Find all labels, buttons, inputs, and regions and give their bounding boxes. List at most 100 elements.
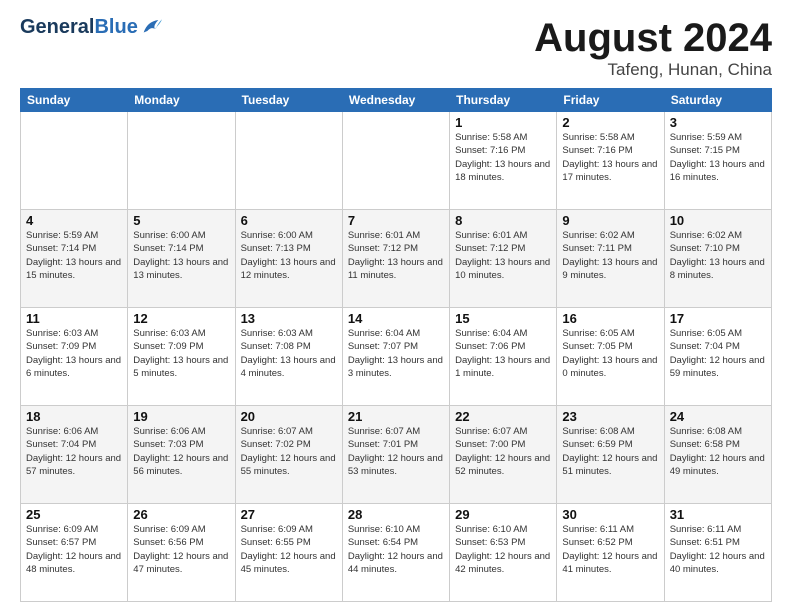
table-row: 6Sunrise: 6:00 AM Sunset: 7:13 PM Daylig… bbox=[235, 210, 342, 308]
day-info: Sunrise: 6:10 AM Sunset: 6:54 PM Dayligh… bbox=[348, 523, 444, 576]
table-row: 9Sunrise: 6:02 AM Sunset: 7:11 PM Daylig… bbox=[557, 210, 664, 308]
day-number: 20 bbox=[241, 409, 337, 424]
day-number: 29 bbox=[455, 507, 551, 522]
day-info: Sunrise: 5:58 AM Sunset: 7:16 PM Dayligh… bbox=[562, 131, 658, 184]
day-number: 24 bbox=[670, 409, 766, 424]
table-row: 20Sunrise: 6:07 AM Sunset: 7:02 PM Dayli… bbox=[235, 406, 342, 504]
table-row: 29Sunrise: 6:10 AM Sunset: 6:53 PM Dayli… bbox=[450, 504, 557, 602]
table-row: 31Sunrise: 6:11 AM Sunset: 6:51 PM Dayli… bbox=[664, 504, 771, 602]
col-tuesday: Tuesday bbox=[235, 89, 342, 112]
table-row bbox=[128, 112, 235, 210]
title-month: August 2024 bbox=[534, 16, 772, 60]
table-row: 10Sunrise: 6:02 AM Sunset: 7:10 PM Dayli… bbox=[664, 210, 771, 308]
calendar-row: 25Sunrise: 6:09 AM Sunset: 6:57 PM Dayli… bbox=[21, 504, 772, 602]
table-row: 8Sunrise: 6:01 AM Sunset: 7:12 PM Daylig… bbox=[450, 210, 557, 308]
table-row: 1Sunrise: 5:58 AM Sunset: 7:16 PM Daylig… bbox=[450, 112, 557, 210]
calendar-header-row: Sunday Monday Tuesday Wednesday Thursday… bbox=[21, 89, 772, 112]
day-number: 10 bbox=[670, 213, 766, 228]
day-info: Sunrise: 5:59 AM Sunset: 7:15 PM Dayligh… bbox=[670, 131, 766, 184]
calendar-row: 18Sunrise: 6:06 AM Sunset: 7:04 PM Dayli… bbox=[21, 406, 772, 504]
day-info: Sunrise: 6:08 AM Sunset: 6:59 PM Dayligh… bbox=[562, 425, 658, 478]
day-info: Sunrise: 6:01 AM Sunset: 7:12 PM Dayligh… bbox=[348, 229, 444, 282]
day-number: 9 bbox=[562, 213, 658, 228]
table-row bbox=[235, 112, 342, 210]
day-info: Sunrise: 6:04 AM Sunset: 7:06 PM Dayligh… bbox=[455, 327, 551, 380]
calendar-table: Sunday Monday Tuesday Wednesday Thursday… bbox=[20, 88, 772, 602]
day-info: Sunrise: 6:07 AM Sunset: 7:02 PM Dayligh… bbox=[241, 425, 337, 478]
col-friday: Friday bbox=[557, 89, 664, 112]
table-row: 16Sunrise: 6:05 AM Sunset: 7:05 PM Dayli… bbox=[557, 308, 664, 406]
day-info: Sunrise: 6:07 AM Sunset: 7:01 PM Dayligh… bbox=[348, 425, 444, 478]
table-row: 15Sunrise: 6:04 AM Sunset: 7:06 PM Dayli… bbox=[450, 308, 557, 406]
day-info: Sunrise: 6:05 AM Sunset: 7:05 PM Dayligh… bbox=[562, 327, 658, 380]
day-info: Sunrise: 6:02 AM Sunset: 7:10 PM Dayligh… bbox=[670, 229, 766, 282]
day-info: Sunrise: 6:11 AM Sunset: 6:52 PM Dayligh… bbox=[562, 523, 658, 576]
day-info: Sunrise: 6:03 AM Sunset: 7:08 PM Dayligh… bbox=[241, 327, 337, 380]
day-info: Sunrise: 6:08 AM Sunset: 6:58 PM Dayligh… bbox=[670, 425, 766, 478]
table-row: 26Sunrise: 6:09 AM Sunset: 6:56 PM Dayli… bbox=[128, 504, 235, 602]
day-number: 23 bbox=[562, 409, 658, 424]
day-info: Sunrise: 6:07 AM Sunset: 7:00 PM Dayligh… bbox=[455, 425, 551, 478]
day-number: 8 bbox=[455, 213, 551, 228]
table-row: 2Sunrise: 5:58 AM Sunset: 7:16 PM Daylig… bbox=[557, 112, 664, 210]
table-row: 17Sunrise: 6:05 AM Sunset: 7:04 PM Dayli… bbox=[664, 308, 771, 406]
table-row: 5Sunrise: 6:00 AM Sunset: 7:14 PM Daylig… bbox=[128, 210, 235, 308]
table-row: 3Sunrise: 5:59 AM Sunset: 7:15 PM Daylig… bbox=[664, 112, 771, 210]
day-info: Sunrise: 6:02 AM Sunset: 7:11 PM Dayligh… bbox=[562, 229, 658, 282]
page: GeneralBlue August 2024 Tafeng, Hunan, C… bbox=[0, 0, 792, 612]
day-info: Sunrise: 6:06 AM Sunset: 7:03 PM Dayligh… bbox=[133, 425, 229, 478]
day-number: 16 bbox=[562, 311, 658, 326]
table-row: 13Sunrise: 6:03 AM Sunset: 7:08 PM Dayli… bbox=[235, 308, 342, 406]
day-number: 18 bbox=[26, 409, 122, 424]
day-info: Sunrise: 6:04 AM Sunset: 7:07 PM Dayligh… bbox=[348, 327, 444, 380]
table-row: 27Sunrise: 6:09 AM Sunset: 6:55 PM Dayli… bbox=[235, 504, 342, 602]
day-info: Sunrise: 6:09 AM Sunset: 6:55 PM Dayligh… bbox=[241, 523, 337, 576]
day-number: 15 bbox=[455, 311, 551, 326]
table-row: 30Sunrise: 6:11 AM Sunset: 6:52 PM Dayli… bbox=[557, 504, 664, 602]
day-number: 6 bbox=[241, 213, 337, 228]
table-row: 12Sunrise: 6:03 AM Sunset: 7:09 PM Dayli… bbox=[128, 308, 235, 406]
table-row: 22Sunrise: 6:07 AM Sunset: 7:00 PM Dayli… bbox=[450, 406, 557, 504]
logo-bird-icon bbox=[140, 16, 162, 38]
day-number: 30 bbox=[562, 507, 658, 522]
logo-text: GeneralBlue bbox=[20, 16, 162, 38]
day-number: 28 bbox=[348, 507, 444, 522]
day-number: 14 bbox=[348, 311, 444, 326]
day-info: Sunrise: 6:01 AM Sunset: 7:12 PM Dayligh… bbox=[455, 229, 551, 282]
table-row: 7Sunrise: 6:01 AM Sunset: 7:12 PM Daylig… bbox=[342, 210, 449, 308]
day-number: 13 bbox=[241, 311, 337, 326]
day-info: Sunrise: 6:10 AM Sunset: 6:53 PM Dayligh… bbox=[455, 523, 551, 576]
header: GeneralBlue August 2024 Tafeng, Hunan, C… bbox=[20, 16, 772, 80]
day-info: Sunrise: 6:03 AM Sunset: 7:09 PM Dayligh… bbox=[26, 327, 122, 380]
day-number: 21 bbox=[348, 409, 444, 424]
table-row: 23Sunrise: 6:08 AM Sunset: 6:59 PM Dayli… bbox=[557, 406, 664, 504]
col-thursday: Thursday bbox=[450, 89, 557, 112]
table-row: 21Sunrise: 6:07 AM Sunset: 7:01 PM Dayli… bbox=[342, 406, 449, 504]
col-wednesday: Wednesday bbox=[342, 89, 449, 112]
day-number: 27 bbox=[241, 507, 337, 522]
table-row bbox=[342, 112, 449, 210]
day-info: Sunrise: 6:00 AM Sunset: 7:14 PM Dayligh… bbox=[133, 229, 229, 282]
table-row: 28Sunrise: 6:10 AM Sunset: 6:54 PM Dayli… bbox=[342, 504, 449, 602]
table-row: 4Sunrise: 5:59 AM Sunset: 7:14 PM Daylig… bbox=[21, 210, 128, 308]
day-number: 3 bbox=[670, 115, 766, 130]
day-number: 19 bbox=[133, 409, 229, 424]
day-info: Sunrise: 6:09 AM Sunset: 6:57 PM Dayligh… bbox=[26, 523, 122, 576]
logo: GeneralBlue bbox=[20, 16, 162, 38]
day-number: 12 bbox=[133, 311, 229, 326]
table-row bbox=[21, 112, 128, 210]
day-info: Sunrise: 6:11 AM Sunset: 6:51 PM Dayligh… bbox=[670, 523, 766, 576]
table-row: 24Sunrise: 6:08 AM Sunset: 6:58 PM Dayli… bbox=[664, 406, 771, 504]
day-number: 26 bbox=[133, 507, 229, 522]
title-location: Tafeng, Hunan, China bbox=[534, 60, 772, 80]
table-row: 18Sunrise: 6:06 AM Sunset: 7:04 PM Dayli… bbox=[21, 406, 128, 504]
calendar-row: 11Sunrise: 6:03 AM Sunset: 7:09 PM Dayli… bbox=[21, 308, 772, 406]
day-number: 4 bbox=[26, 213, 122, 228]
day-number: 17 bbox=[670, 311, 766, 326]
table-row: 14Sunrise: 6:04 AM Sunset: 7:07 PM Dayli… bbox=[342, 308, 449, 406]
calendar-row: 1Sunrise: 5:58 AM Sunset: 7:16 PM Daylig… bbox=[21, 112, 772, 210]
table-row: 25Sunrise: 6:09 AM Sunset: 6:57 PM Dayli… bbox=[21, 504, 128, 602]
day-number: 7 bbox=[348, 213, 444, 228]
table-row: 11Sunrise: 6:03 AM Sunset: 7:09 PM Dayli… bbox=[21, 308, 128, 406]
day-number: 5 bbox=[133, 213, 229, 228]
